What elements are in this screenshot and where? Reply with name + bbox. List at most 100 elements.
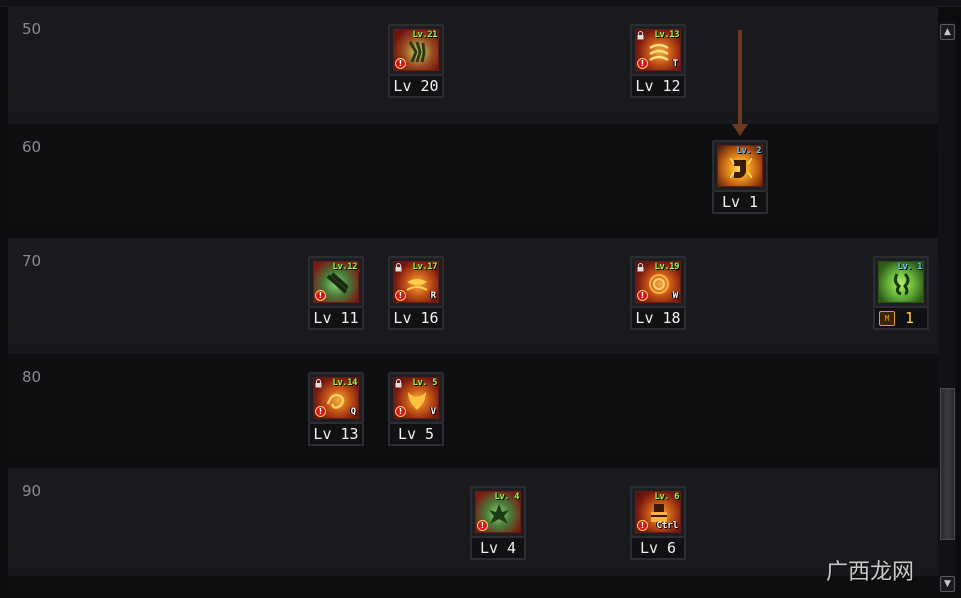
skill-icon[interactable]: Lv.19 ! W: [635, 261, 681, 303]
skill-level-label: Lv 6: [630, 538, 686, 560]
row-level-label: 60: [22, 138, 42, 156]
warning-icon: !: [315, 406, 326, 417]
watermark-text: 广西龙网: [826, 560, 915, 585]
skill-hotkey: T: [672, 59, 678, 69]
warning-icon: !: [637, 290, 648, 301]
skill-slot[interactable]: Lv. 5 ! V Lv 5: [388, 372, 444, 446]
warning-icon: !: [395, 58, 406, 69]
slash-icon: [326, 272, 348, 294]
scroll-up-button[interactable]: ▲: [940, 24, 955, 40]
skill-icon-frame[interactable]: Lv.14 ! Q: [308, 372, 364, 424]
skill-slot[interactable]: Lv.12 ! Lv 11: [308, 256, 364, 330]
skill-level-label: Lv 20: [388, 76, 444, 98]
skill-slot[interactable]: Lv.19 ! W Lv 18: [630, 256, 686, 330]
skill-level-label: Lv 1: [712, 192, 768, 214]
skill-icon-frame[interactable]: Lv. 5 ! V: [388, 372, 444, 424]
warning-icon: !: [637, 58, 648, 69]
skill-hotkey: R: [430, 291, 436, 301]
skill-slot[interactable]: Lv. 1 M1: [873, 256, 929, 330]
bottom-strip: [8, 576, 938, 592]
skill-slot[interactable]: Lv.14 ! Q Lv 13: [308, 372, 364, 446]
skill-icon-frame[interactable]: Lv.17 ! R: [388, 256, 444, 308]
skill-level-label: M1: [873, 308, 929, 330]
lock-icon: [637, 263, 644, 272]
skill-max-level-badge: Lv. 4: [494, 492, 519, 502]
skill-icon-frame[interactable]: Lv.19 ! W: [630, 256, 686, 308]
skill-slot[interactable]: Lv.17 ! R Lv 16: [388, 256, 444, 330]
skill-icon[interactable]: Lv. 5 ! V: [393, 377, 439, 419]
skill-level-label: Lv 18: [630, 308, 686, 330]
skill-icon-frame[interactable]: Lv. 4 !: [470, 486, 526, 538]
skill-icon-frame[interactable]: Lv.21 !: [388, 24, 444, 76]
level-row-80: 80: [8, 354, 938, 468]
skill-slot[interactable]: Lv. 4 ! Lv 4: [470, 486, 526, 560]
row-level-label: 80: [22, 368, 42, 386]
skill-slot[interactable]: Lv. 6 ! Ctrl Lv 6: [630, 486, 686, 560]
warning-icon: !: [477, 520, 488, 531]
warning-icon: !: [395, 406, 406, 417]
prerequisite-arrow: [738, 30, 742, 128]
lock-icon: [315, 379, 322, 388]
skill-max-level-badge: Lv.13: [654, 30, 679, 40]
skill-icon[interactable]: Lv.13 ! T: [635, 29, 681, 71]
skill-level-value: 1: [905, 309, 915, 327]
fire-wings-icon: [408, 392, 426, 410]
skill-tree-panel: 50 60 70 80 90 Lv.21 ! Lv 20 Lv.13 ! T L…: [8, 6, 938, 592]
skill-max-level-badge: Lv. 6: [654, 492, 679, 502]
level-row-50: 50: [8, 6, 938, 124]
flame-wave-icon: [406, 279, 428, 291]
skill-level-label: Lv 5: [388, 424, 444, 446]
skill-icon[interactable]: Lv. 6 ! Ctrl: [635, 491, 681, 533]
skill-max-level-badge: Lv. 1: [897, 262, 922, 272]
skill-icon[interactable]: Lv.17 ! R: [393, 261, 439, 303]
flame-swirl-icon: [649, 43, 669, 62]
skill-max-level-badge: Lv.14: [332, 378, 357, 388]
scroll-down-button[interactable]: ▼: [940, 576, 955, 592]
skill-icon-frame[interactable]: Lv.12 !: [308, 256, 364, 308]
skill-icon-frame[interactable]: Lv. 1: [873, 256, 929, 308]
level-row-60: 60: [8, 124, 938, 238]
scrollbar-thumb[interactable]: [940, 388, 955, 540]
row-level-label: 70: [22, 252, 42, 270]
skill-icon-frame[interactable]: Lv. 2: [712, 140, 768, 192]
skill-hotkey: W: [672, 291, 678, 301]
skill-icon[interactable]: Lv.12 !: [313, 261, 359, 303]
m-badge-icon: M: [879, 311, 895, 326]
claw-icon: [408, 41, 426, 63]
warning-icon: !: [395, 290, 406, 301]
beast-icon: [489, 504, 509, 524]
row-level-label: 90: [22, 482, 42, 500]
skill-hotkey: Ctrl: [656, 521, 678, 531]
fire-spiral-icon: [326, 393, 345, 409]
skill-slot[interactable]: Lv.13 ! T Lv 12: [630, 24, 686, 98]
skill-icon[interactable]: Lv. 2: [717, 145, 763, 187]
spirit-icon: [893, 272, 910, 296]
skill-slot[interactable]: Lv. 2 Lv 1: [712, 140, 768, 214]
skill-level-label: Lv 13: [308, 424, 364, 446]
lock-icon: [637, 31, 644, 40]
skill-slot[interactable]: Lv.21 ! Lv 20: [388, 24, 444, 98]
skill-level-label: Lv 4: [470, 538, 526, 560]
skill-icon[interactable]: Lv.14 ! Q: [313, 377, 359, 419]
skill-icon[interactable]: Lv. 1: [878, 261, 924, 303]
skill-icon[interactable]: Lv. 4 !: [475, 491, 521, 533]
vortex-icon: [649, 274, 669, 294]
skill-level-label: Lv 16: [388, 308, 444, 330]
skill-hotkey: Q: [350, 407, 356, 417]
skill-icon-frame[interactable]: Lv.13 ! T: [630, 24, 686, 76]
skill-icon[interactable]: Lv.21 !: [393, 29, 439, 71]
skill-max-level-badge: Lv. 5: [412, 378, 437, 388]
skill-hotkey: V: [430, 407, 436, 417]
level-row-70: 70: [8, 238, 938, 354]
warning-icon: !: [315, 290, 326, 301]
gauntlet-icon: [730, 157, 752, 179]
lock-icon: [395, 379, 402, 388]
skill-level-label: Lv 11: [308, 308, 364, 330]
warning-icon: !: [637, 520, 648, 531]
lock-icon: [395, 263, 402, 272]
row-level-label: 50: [22, 20, 42, 38]
prerequisite-arrow-head: [732, 124, 748, 136]
skill-max-level-badge: Lv.19: [654, 262, 679, 272]
skill-max-level-badge: Lv.17: [412, 262, 437, 272]
skill-icon-frame[interactable]: Lv. 6 ! Ctrl: [630, 486, 686, 538]
